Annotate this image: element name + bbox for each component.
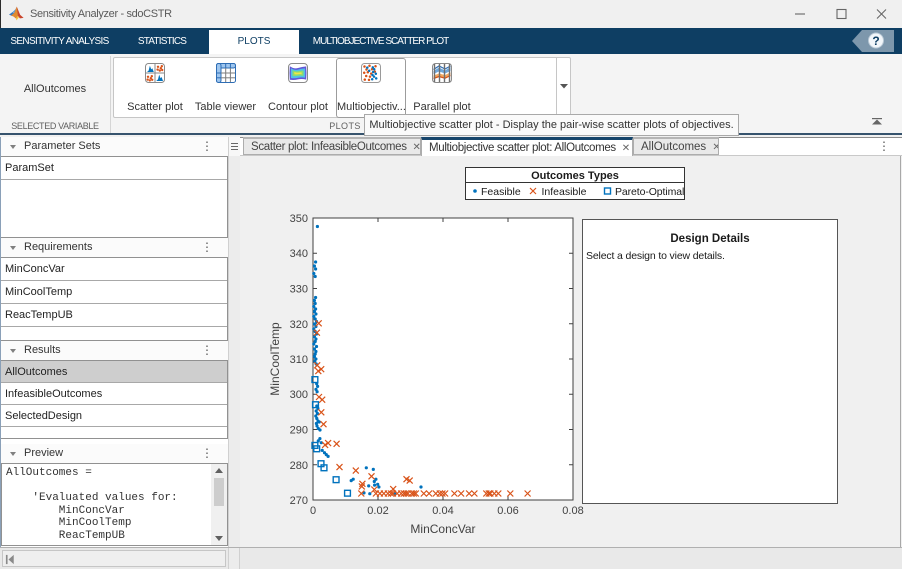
svg-text:330: 330 [290,284,308,296]
svg-text:340: 340 [290,248,308,260]
svg-text:Select a design to view detail: Select a design to view details. [586,250,725,262]
svg-text:0.02: 0.02 [367,505,388,517]
svg-text:300: 300 [290,389,308,401]
svg-text:0: 0 [310,505,316,517]
svg-text:Pareto-Optimal: Pareto-Optimal [615,186,684,198]
svg-text:Outcomes Types: Outcomes Types [531,170,619,182]
svg-text:290: 290 [290,425,308,437]
svg-text:MinCoolTemp: MinCoolTemp [268,322,282,396]
svg-text:0.08: 0.08 [562,505,583,517]
svg-text:280: 280 [290,460,308,472]
svg-text:350: 350 [290,213,308,225]
svg-text:Infeasible: Infeasible [542,186,587,198]
svg-text:Design Details: Design Details [670,233,749,245]
svg-text:320: 320 [290,319,308,331]
svg-text:Feasible: Feasible [481,186,521,198]
svg-text:0.04: 0.04 [432,505,453,517]
svg-text:270: 270 [290,495,308,507]
svg-text:310: 310 [290,354,308,366]
svg-text:0.06: 0.06 [497,505,518,517]
svg-text:MinConcVar: MinConcVar [410,522,475,536]
